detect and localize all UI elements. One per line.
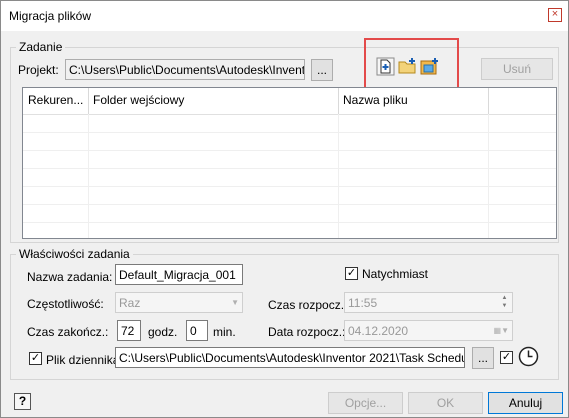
- clock-button[interactable]: [518, 346, 539, 367]
- task-group-label: Zadanie: [16, 40, 66, 54]
- hours-input[interactable]: 72: [117, 320, 141, 341]
- remove-button[interactable]: Usuń: [481, 58, 553, 80]
- start-date-input[interactable]: 04.12.2020 ▦▼: [344, 320, 513, 341]
- task-table[interactable]: Rekuren... Folder wejściowy Nazwa pliku: [22, 87, 557, 239]
- options-button[interactable]: Opcje...: [328, 392, 403, 414]
- column-header-input-folder[interactable]: Folder wejściowy: [88, 88, 338, 114]
- check-icon: ✓: [501, 351, 512, 363]
- help-icon: ?: [18, 394, 27, 408]
- calendar-dropdown-icon: ▦▼: [493, 326, 509, 335]
- minutes-label: min.: [213, 325, 236, 339]
- migration-dialog: Migracja plików × Zadanie Projekt: C:\Us…: [0, 0, 569, 418]
- check-icon: ✓: [346, 267, 357, 279]
- properties-group-label: Właściwości zadania: [16, 247, 133, 261]
- project-path-field[interactable]: C:\Users\Public\Documents\Autodesk\Inven…: [65, 59, 305, 80]
- start-time-value: 11:55: [348, 296, 378, 310]
- start-date-value: 04.12.2020: [348, 324, 409, 338]
- frequency-select[interactable]: Raz ▼: [115, 292, 243, 313]
- end-time-label: Czas zakończ.:: [27, 325, 109, 339]
- frequency-label: Częstotliwość:: [27, 297, 104, 311]
- help-button[interactable]: ?: [14, 393, 31, 410]
- close-button[interactable]: ×: [548, 8, 562, 22]
- hours-label: godz.: [148, 325, 178, 339]
- immediate-checkbox[interactable]: ✓: [345, 267, 358, 280]
- frequency-value: Raz: [119, 296, 141, 310]
- log-browse-button[interactable]: ...: [472, 347, 494, 369]
- immediate-label: Natychmiast: [362, 267, 429, 281]
- log-extra-checkbox[interactable]: ✓: [500, 351, 513, 364]
- start-time-label: Czas rozpocz.:: [268, 298, 348, 312]
- log-file-checkbox[interactable]: ✓: [29, 352, 42, 365]
- close-icon: ×: [551, 8, 559, 20]
- title-bar: Migracja plików ×: [1, 1, 568, 31]
- clock-icon: [518, 346, 539, 367]
- column-header-file-name[interactable]: Nazwa pliku: [338, 88, 488, 114]
- time-spinner-icon[interactable]: ▲ ▼: [498, 294, 511, 311]
- start-time-input[interactable]: 11:55 ▲ ▼: [344, 292, 513, 313]
- task-name-label: Nazwa zadania:: [27, 270, 113, 284]
- start-date-label: Data rozpocz.:: [268, 325, 346, 339]
- window-title: Migracja plików: [9, 9, 92, 23]
- task-name-input[interactable]: Default_Migracja_001: [115, 264, 243, 285]
- ok-button[interactable]: OK: [408, 392, 483, 414]
- project-label: Projekt:: [18, 63, 59, 77]
- log-file-label: Plik dziennika:: [46, 353, 123, 367]
- project-browse-button[interactable]: ...: [311, 59, 333, 81]
- log-file-path-field[interactable]: C:\Users\Public\Documents\Autodesk\Inven…: [115, 347, 465, 368]
- minutes-input[interactable]: 0: [186, 320, 208, 341]
- chevron-down-icon: ▼: [231, 298, 239, 307]
- column-header-recurrence[interactable]: Rekuren...: [23, 88, 88, 114]
- check-icon: ✓: [30, 352, 41, 364]
- cancel-button[interactable]: Anuluj: [488, 392, 563, 414]
